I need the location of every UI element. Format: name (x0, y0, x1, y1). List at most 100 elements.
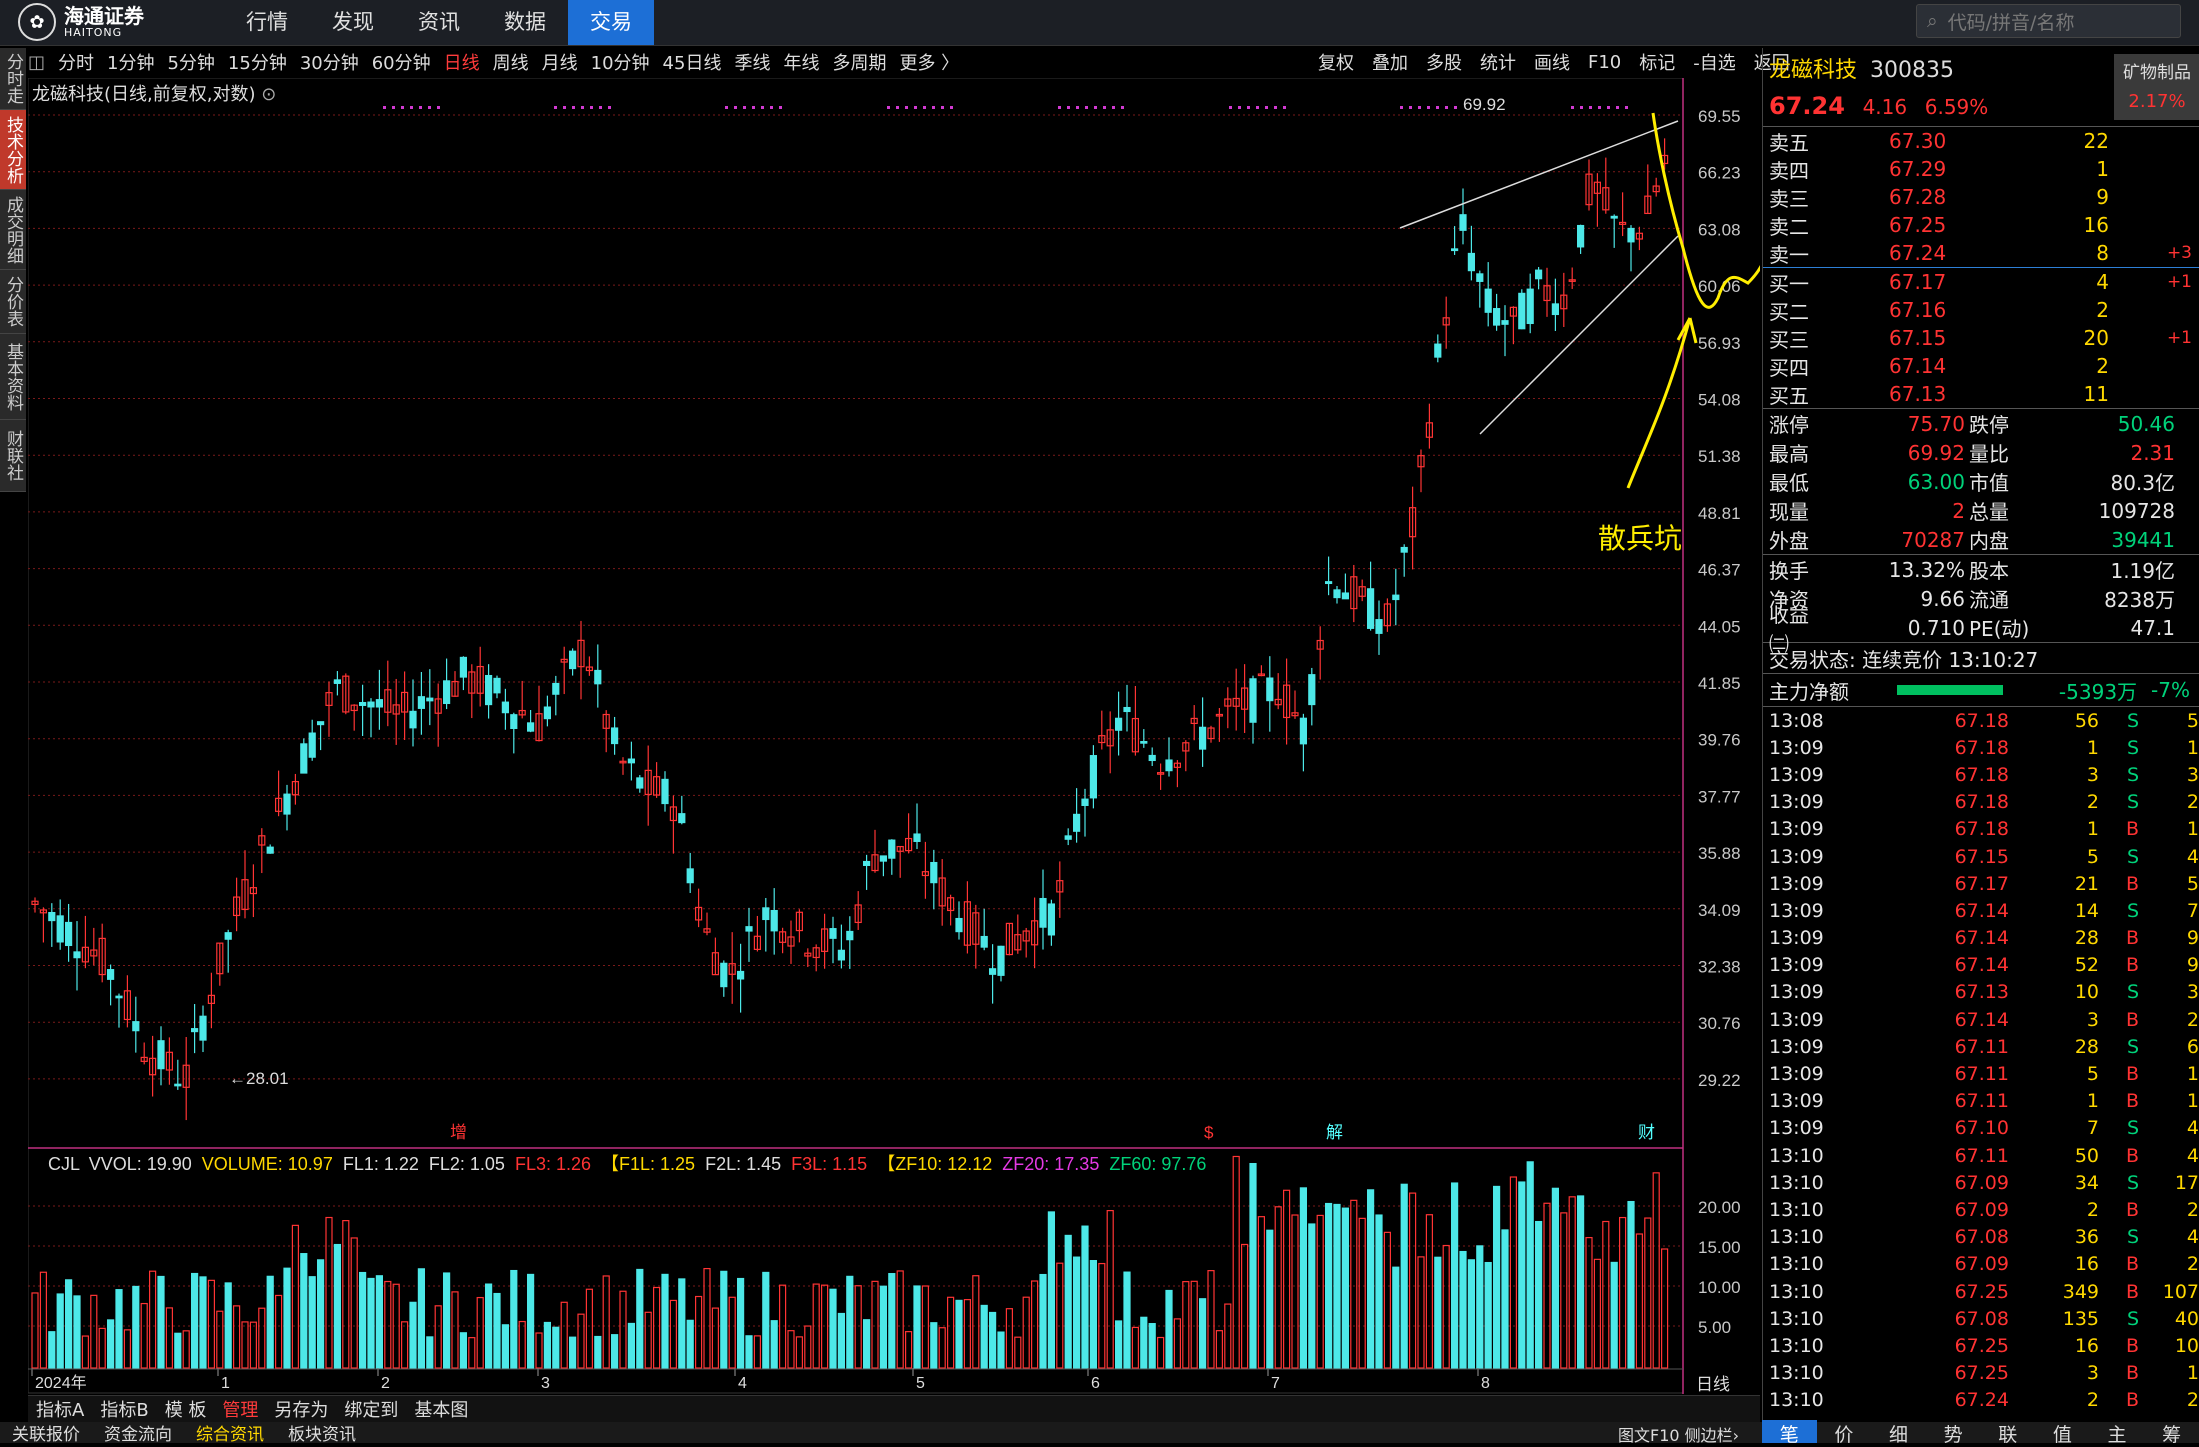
top-nav-1[interactable]: 发现 (310, 0, 396, 45)
tool-2[interactable]: 多股 (1426, 49, 1462, 75)
period-0[interactable]: 分时 (58, 49, 94, 75)
stats2-value: 47.1 (2130, 615, 2175, 640)
period-8[interactable]: 月线 (542, 49, 578, 75)
indicator-tab-3[interactable]: 管理 (214, 1396, 266, 1422)
event-dot (1571, 106, 1574, 109)
tick-col-4: 1 (2186, 1090, 2199, 1113)
bids-row-4[interactable]: 买五 67.13 11 (1763, 380, 2199, 408)
info-tab-2[interactable]: 综合资讯 (184, 1420, 276, 1445)
tool-7[interactable]: -自选 (1693, 49, 1736, 75)
sector-box[interactable]: 矿物制品 2.17% (2114, 54, 2199, 120)
indicator-tab-5[interactable]: 绑定到 (336, 1396, 406, 1422)
top-nav-0[interactable]: 行情 (224, 0, 310, 45)
search-input[interactable]: 代码/拼音/名称 (1948, 8, 2075, 35)
side-tab-4[interactable]: 基本资料 (0, 334, 26, 420)
period-1[interactable]: 1分钟 (107, 49, 154, 75)
panel-tab-2[interactable]: 细 (1871, 1420, 1926, 1446)
month-label: 2 (381, 1375, 390, 1392)
panel-tab-7[interactable]: 筹 (2144, 1420, 2199, 1446)
top-nav-4[interactable]: 交易 (568, 0, 654, 45)
asks-row-2[interactable]: 卖三 67.28 9 (1763, 183, 2199, 211)
info-tab-0[interactable]: 关联报价 (0, 1420, 92, 1445)
event-dot (1580, 106, 1583, 109)
asks-row-0[interactable]: 卖五 67.30 22 (1763, 127, 2199, 155)
tick-list[interactable]: 13:08 67.18 56 S 5 13:09 67.18 1 S 1 13:09 67.18 3 S 3… (1763, 706, 2199, 1414)
panel-tab-6[interactable]: 主 (2090, 1420, 2145, 1446)
period-12[interactable]: 年线 (783, 49, 819, 75)
volume-bar (182, 1330, 190, 1369)
panel-tab-3[interactable]: 势 (1926, 1420, 1981, 1446)
period-14[interactable]: 更多 〉 (899, 49, 959, 75)
top-nav-3[interactable]: 数据 (482, 0, 568, 45)
volume-bar (602, 1275, 610, 1369)
period-11[interactable]: 季线 (734, 49, 770, 75)
sector-name: 矿物制品 (2123, 63, 2191, 83)
info-tab-3[interactable]: 板块资讯 (276, 1420, 368, 1445)
asks-row-1[interactable]: 卖四 67.29 1 (1763, 155, 2199, 183)
panel-tab-4[interactable]: 联 (1981, 1420, 2036, 1446)
indicator-tab-6[interactable]: 基本图 (406, 1396, 476, 1422)
period-13[interactable]: 多周期 (832, 49, 886, 75)
tool-6[interactable]: 标记 (1639, 49, 1675, 75)
stats-label: 涨停 (1769, 413, 1809, 437)
side-tab-0[interactable]: 分时走势 (0, 48, 26, 110)
tick-col-3: S (2126, 1117, 2139, 1140)
period-7[interactable]: 周线 (493, 49, 529, 75)
volume-tick-label: 15.00 (1698, 1238, 1741, 1257)
period-3[interactable]: 15分钟 (228, 49, 287, 75)
volume-bar (913, 1285, 921, 1369)
tool-1[interactable]: 叠加 (1372, 49, 1408, 75)
panel-tab-0[interactable]: 笔 (1762, 1420, 1817, 1446)
candle-body (359, 701, 367, 706)
period-10[interactable]: 45日线 (663, 49, 722, 75)
tick-col-0: 13:09 (1769, 981, 1824, 1004)
candle-body (930, 861, 938, 884)
period-9[interactable]: 10分钟 (591, 49, 650, 75)
event-dot (1625, 106, 1628, 109)
event-dot (401, 106, 404, 109)
tool-5[interactable]: F10 (1588, 52, 1621, 73)
bids-row-3[interactable]: 买四 67.14 2 (1763, 352, 2199, 380)
indicator-tab-1[interactable]: 指标B (92, 1396, 156, 1422)
asks-row-3[interactable]: 卖二 67.25 16 (1763, 211, 2199, 239)
period-6[interactable]: 日线 (444, 49, 480, 75)
layout-icon[interactable]: ◫ (28, 52, 45, 73)
period-2[interactable]: 5分钟 (167, 49, 214, 75)
candle-body (132, 1021, 140, 1032)
stats-value: 2 (1952, 498, 1965, 523)
tool-3[interactable]: 统计 (1480, 49, 1516, 75)
tool-0[interactable]: 复权 (1318, 49, 1354, 75)
kline-chart[interactable]: 69.5566.2363.0860.0656.9354.0851.3848.81… (28, 78, 1760, 1394)
panel-tab-5[interactable]: 值 (2035, 1420, 2090, 1446)
info-tab-1[interactable]: 资金流向 (92, 1420, 184, 1445)
indicator-tab-0[interactable]: 指标A (28, 1396, 92, 1422)
tool-4[interactable]: 画线 (1534, 49, 1570, 75)
stats-block-2: 换手 13.32% 股本 1.19亿 净资 9.66 流通 8238万 收益㈡ 0.710 PE(动… (1763, 554, 2199, 656)
legend-item: VVOL: 19.90 (89, 1154, 192, 1174)
panel-tabs: 笔价细势联值主筹 (1762, 1420, 2199, 1446)
sidebar-link[interactable]: 图文F10 侧边栏› (1618, 1422, 1739, 1446)
tick-col-2: 2 (2086, 1389, 2099, 1412)
side-tab-1[interactable]: 技术分析 (0, 110, 26, 190)
stats-value: 63.00 (1907, 469, 1965, 494)
panel-tab-1[interactable]: 价 (1817, 1420, 1872, 1446)
volume-bar (1417, 1256, 1425, 1369)
bids-row-2[interactable]: 买三 67.15 20 +1 (1763, 324, 2199, 352)
period-4[interactable]: 30分钟 (300, 49, 359, 75)
side-tab-2[interactable]: 成交明细 (0, 190, 26, 270)
settings-icon[interactable]: ⊙ (261, 84, 276, 105)
indicator-tab-4[interactable]: 另存为 (266, 1396, 336, 1422)
legend-item: FL3: 1.26 (515, 1154, 591, 1174)
search-box[interactable]: ⌕ 代码/拼音/名称 (1916, 4, 2181, 38)
side-tab-3[interactable]: 分价表 (0, 270, 26, 334)
indicator-tab-2[interactable]: 模 板 (157, 1396, 215, 1422)
flow-bar (1897, 685, 2003, 695)
top-nav-2[interactable]: 资讯 (396, 0, 482, 45)
candle-body (501, 701, 509, 714)
legend-item: F2L: 1.45 (705, 1154, 781, 1174)
bids-row-0[interactable]: 买一 67.17 4 +1 (1763, 268, 2199, 296)
side-tab-5[interactable]: 财联社 (0, 420, 26, 492)
period-5[interactable]: 60分钟 (372, 49, 431, 75)
bids-row-1[interactable]: 买二 67.16 2 (1763, 296, 2199, 324)
asks-row-4[interactable]: 卖一 67.24 8 +3 (1763, 239, 2199, 267)
